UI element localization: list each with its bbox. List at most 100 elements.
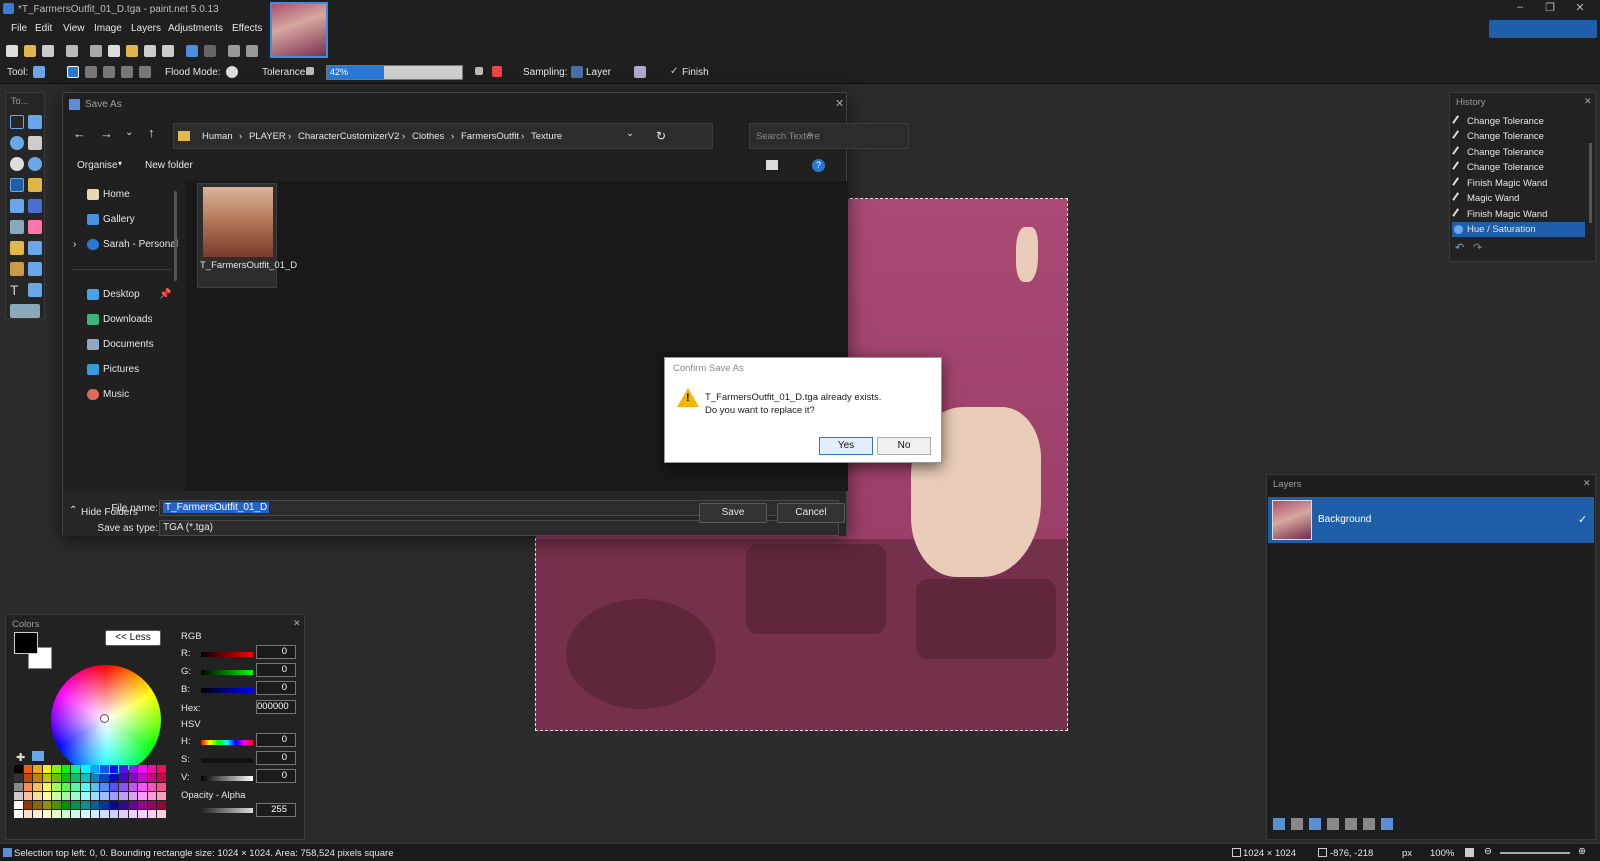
palette-swatch[interactable] bbox=[80, 810, 90, 818]
selection-mode-invert-icon[interactable] bbox=[139, 66, 151, 78]
history-item[interactable]: Magic Wand bbox=[1452, 191, 1585, 206]
pencil-icon[interactable] bbox=[10, 241, 24, 255]
palette-swatch[interactable] bbox=[61, 792, 71, 800]
breadcrumb-item[interactable]: Texture bbox=[531, 131, 562, 142]
r-slider[interactable] bbox=[201, 652, 253, 657]
palette-swatch[interactable] bbox=[119, 783, 128, 791]
copy-icon[interactable] bbox=[108, 45, 120, 57]
palette-swatch[interactable] bbox=[109, 765, 119, 773]
palette-swatch[interactable] bbox=[119, 774, 128, 782]
palette-swatch[interactable] bbox=[33, 774, 42, 782]
save-button[interactable]: Save bbox=[699, 503, 767, 523]
palette-swatch[interactable] bbox=[42, 801, 52, 809]
help-icon[interactable]: ? bbox=[812, 159, 825, 172]
palette-swatch[interactable] bbox=[157, 765, 166, 773]
palette-swatch[interactable] bbox=[23, 810, 33, 818]
duplicate-layer-icon[interactable] bbox=[1309, 818, 1321, 830]
selection-render-icon[interactable] bbox=[634, 66, 646, 78]
add-layer-icon[interactable] bbox=[1273, 818, 1285, 830]
shapes-icon[interactable] bbox=[10, 304, 40, 318]
close-button[interactable]: ✕ bbox=[1565, 1, 1595, 17]
blend-mode-icon[interactable] bbox=[475, 67, 483, 75]
palette-swatch[interactable] bbox=[23, 792, 33, 800]
ellipse-select-icon[interactable] bbox=[10, 157, 24, 171]
rectangle-select-icon[interactable] bbox=[10, 115, 24, 129]
palette-swatch[interactable] bbox=[157, 810, 166, 818]
r-field[interactable]: 0 bbox=[256, 645, 296, 659]
palette-swatch[interactable] bbox=[23, 774, 33, 782]
palette-swatch[interactable] bbox=[109, 774, 119, 782]
ruler-icon[interactable] bbox=[246, 45, 258, 57]
flood-mode-icon[interactable] bbox=[226, 66, 238, 78]
selection-mode-intersect-icon[interactable] bbox=[121, 66, 133, 78]
v-slider[interactable] bbox=[201, 776, 253, 781]
cancel-button[interactable]: Cancel bbox=[777, 503, 845, 523]
move-layer-down-icon[interactable] bbox=[1363, 818, 1375, 830]
palette-swatch[interactable] bbox=[14, 810, 23, 818]
palette-swatch[interactable] bbox=[147, 783, 157, 791]
new-folder-button[interactable]: New folder bbox=[145, 160, 193, 171]
g-field[interactable]: 0 bbox=[256, 663, 296, 677]
palette-menu-icon[interactable] bbox=[32, 751, 44, 761]
nav-desktop[interactable]: Desktop bbox=[87, 289, 140, 300]
save-icon[interactable] bbox=[42, 45, 54, 57]
paste-icon[interactable] bbox=[126, 45, 138, 57]
nav-gallery[interactable]: Gallery bbox=[87, 214, 135, 225]
grid-icon[interactable] bbox=[228, 45, 240, 57]
layers-close-icon[interactable]: ✕ bbox=[1583, 478, 1591, 489]
selection-mode-exclude-icon[interactable] bbox=[103, 66, 115, 78]
palette-swatch[interactable] bbox=[157, 792, 166, 800]
palette-swatch[interactable] bbox=[52, 774, 61, 782]
palette-swatch[interactable] bbox=[80, 783, 90, 791]
palette-swatch[interactable] bbox=[52, 801, 61, 809]
nav-downloads[interactable]: Downloads bbox=[87, 314, 152, 325]
layer-row[interactable]: Background ✓ bbox=[1268, 497, 1594, 543]
s-slider[interactable] bbox=[201, 758, 253, 763]
palette-swatch[interactable] bbox=[128, 774, 138, 782]
history-redo-icon[interactable]: ↷ bbox=[1473, 241, 1482, 254]
zoom-out-icon[interactable]: ⊖ bbox=[1484, 846, 1492, 857]
palette-swatch[interactable] bbox=[42, 810, 52, 818]
open-icon[interactable] bbox=[24, 45, 36, 57]
history-item[interactable]: Finish Magic Wand bbox=[1452, 207, 1585, 222]
sampling-value[interactable]: Layer bbox=[586, 67, 611, 78]
menu-layers[interactable]: Layers bbox=[131, 23, 161, 34]
palette-swatch[interactable] bbox=[23, 765, 33, 773]
clone-stamp-icon[interactable] bbox=[10, 262, 24, 276]
palette-swatch[interactable] bbox=[138, 792, 147, 800]
v-field[interactable]: 0 bbox=[256, 769, 296, 783]
palette-swatch[interactable] bbox=[71, 783, 80, 791]
search-input[interactable]: Search Texture bbox=[749, 123, 909, 149]
palette-swatch[interactable] bbox=[109, 810, 119, 818]
nav-chevron-right-icon[interactable]: › bbox=[73, 239, 76, 250]
palette-swatch[interactable] bbox=[33, 810, 42, 818]
palette-swatch[interactable] bbox=[100, 783, 109, 791]
palette-swatch[interactable] bbox=[14, 792, 23, 800]
palette-swatch[interactable] bbox=[100, 765, 109, 773]
file-item[interactable]: T_FarmersOutfit_01_D bbox=[197, 183, 297, 288]
layer-visibility-checkbox[interactable]: ✓ bbox=[1578, 513, 1587, 526]
palette-swatch[interactable] bbox=[157, 783, 166, 791]
palette-swatch[interactable] bbox=[90, 801, 100, 809]
palette-swatch[interactable] bbox=[52, 783, 61, 791]
palette-swatch[interactable] bbox=[109, 801, 119, 809]
no-button[interactable]: No bbox=[877, 437, 931, 455]
new-icon[interactable] bbox=[6, 45, 18, 57]
lasso-select-icon[interactable] bbox=[10, 136, 24, 150]
line-curve-icon[interactable] bbox=[28, 283, 42, 297]
palette-swatch[interactable] bbox=[33, 792, 42, 800]
breadcrumb-item[interactable]: Human bbox=[202, 131, 233, 142]
palette-swatch[interactable] bbox=[71, 792, 80, 800]
palette-swatch[interactable] bbox=[71, 801, 80, 809]
gradient-icon[interactable] bbox=[28, 199, 42, 213]
history-item[interactable]: Change Tolerance bbox=[1452, 145, 1585, 160]
palette-swatch[interactable] bbox=[100, 801, 109, 809]
breadcrumb-item[interactable]: FarmersOutfit bbox=[461, 131, 519, 142]
menu-edit[interactable]: Edit bbox=[35, 23, 52, 34]
zoom-value[interactable]: 100% bbox=[1430, 848, 1454, 859]
palette-swatch[interactable] bbox=[128, 801, 138, 809]
palette-swatch[interactable] bbox=[42, 792, 52, 800]
dialog-close-icon[interactable]: ✕ bbox=[835, 97, 844, 110]
palette-swatch[interactable] bbox=[52, 765, 61, 773]
eraser-icon[interactable] bbox=[28, 220, 42, 234]
